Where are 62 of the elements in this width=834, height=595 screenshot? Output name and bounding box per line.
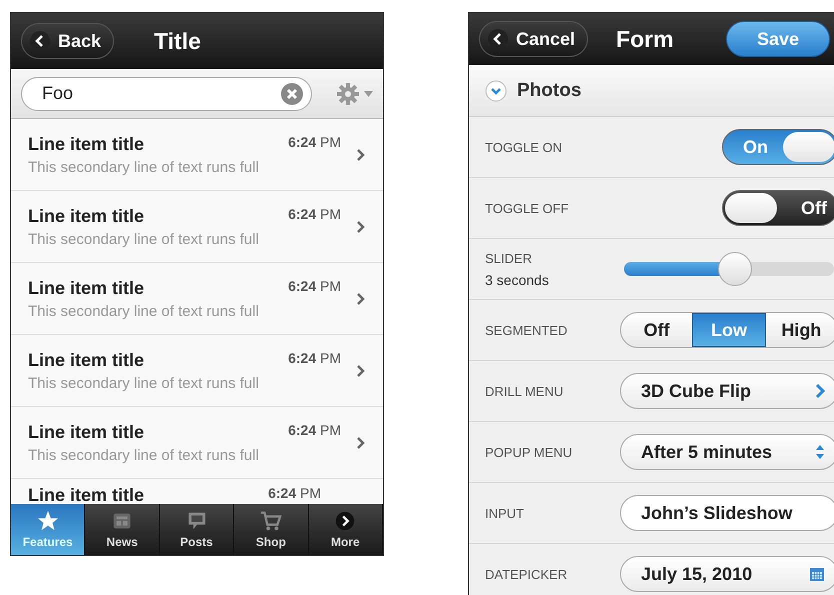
- item-subtitle: This secondary line of text runs full: [28, 302, 260, 320]
- tab[interactable]: Posts: [160, 504, 234, 555]
- item-time: 6:24 PM: [268, 485, 321, 503]
- slider-thumb[interactable]: [718, 252, 752, 286]
- chevron-circle-icon: [334, 510, 356, 532]
- item-title: Line item title: [28, 485, 144, 504]
- field-sublabel: 3 seconds: [485, 272, 550, 288]
- tab[interactable]: Shop: [234, 504, 309, 555]
- search-field[interactable]: Foo: [21, 76, 312, 110]
- cancel-button[interactable]: Cancel: [479, 21, 588, 57]
- item-title: Line item title: [28, 206, 144, 226]
- drill-menu[interactable]: 3D Cube Flip: [620, 373, 834, 409]
- item-title: Line item title: [28, 278, 144, 298]
- field-label: DATEPICKER: [485, 566, 568, 582]
- toggle-switch[interactable]: Off: [722, 190, 834, 226]
- item-time: 6:24 PM: [288, 422, 341, 440]
- chevron-down-icon[interactable]: [485, 80, 507, 102]
- item-subtitle: This secondary line of text runs full: [28, 158, 260, 176]
- item-time: 6:24 PM: [288, 134, 341, 152]
- tab[interactable]: News: [85, 504, 160, 555]
- chevron-right-icon: [357, 436, 365, 448]
- chevron-right-icon: [357, 220, 365, 232]
- field-label: DRILL MENU: [485, 384, 564, 398]
- item-title: Line item title: [28, 350, 144, 370]
- screen-title: Form: [616, 26, 674, 52]
- section-header[interactable]: Photos: [469, 65, 834, 117]
- item-title: Line item title: [28, 134, 144, 154]
- settings-icon: [336, 82, 360, 106]
- chevron-right-icon: [815, 383, 825, 399]
- star-icon: [36, 510, 59, 532]
- popup-menu[interactable]: After 5 minutes: [620, 434, 834, 470]
- field-label: SLIDER: [485, 250, 533, 266]
- calendar-icon: [809, 566, 825, 582]
- segment-option[interactable]: High: [766, 313, 834, 347]
- settings-dropdown[interactable]: [336, 82, 373, 106]
- up-down-arrows-icon: [815, 444, 825, 460]
- tab[interactable]: More: [308, 504, 384, 555]
- item-subtitle: This secondary line of text runs full: [28, 230, 260, 248]
- field-label: INPUT: [485, 506, 525, 520]
- clear-icon[interactable]: [281, 82, 303, 104]
- field-label: TOGGLE OFF: [485, 200, 570, 216]
- section-title: Photos: [517, 80, 582, 102]
- screen-title: Title: [154, 28, 201, 54]
- chevron-right-icon: [357, 292, 365, 304]
- input-field[interactable]: John’s Slideshow: [620, 495, 834, 531]
- segment-option[interactable]: Off: [621, 313, 692, 347]
- back-button[interactable]: Back: [21, 23, 114, 59]
- field-label: POPUP MENU: [485, 444, 574, 460]
- item-subtitle: This secondary line of text runs full: [28, 374, 260, 392]
- caret-icon: [364, 90, 373, 96]
- date-picker[interactable]: July 15, 2010: [620, 556, 834, 592]
- chevron-right-icon: [357, 148, 365, 160]
- item-subtitle: This secondary line of text runs full: [28, 446, 260, 464]
- chevron-right-icon: [357, 364, 365, 376]
- cart-icon: [260, 510, 282, 532]
- field-label: TOGGLE ON: [485, 140, 564, 154]
- item-time: 6:24 PM: [288, 278, 341, 296]
- item-title: Line item title: [28, 422, 144, 442]
- slider[interactable]: [624, 252, 834, 286]
- item-time: 6:24 PM: [288, 206, 341, 224]
- field-label: SEGMENTED: [485, 322, 568, 338]
- item-time: 6:24 PM: [288, 350, 341, 368]
